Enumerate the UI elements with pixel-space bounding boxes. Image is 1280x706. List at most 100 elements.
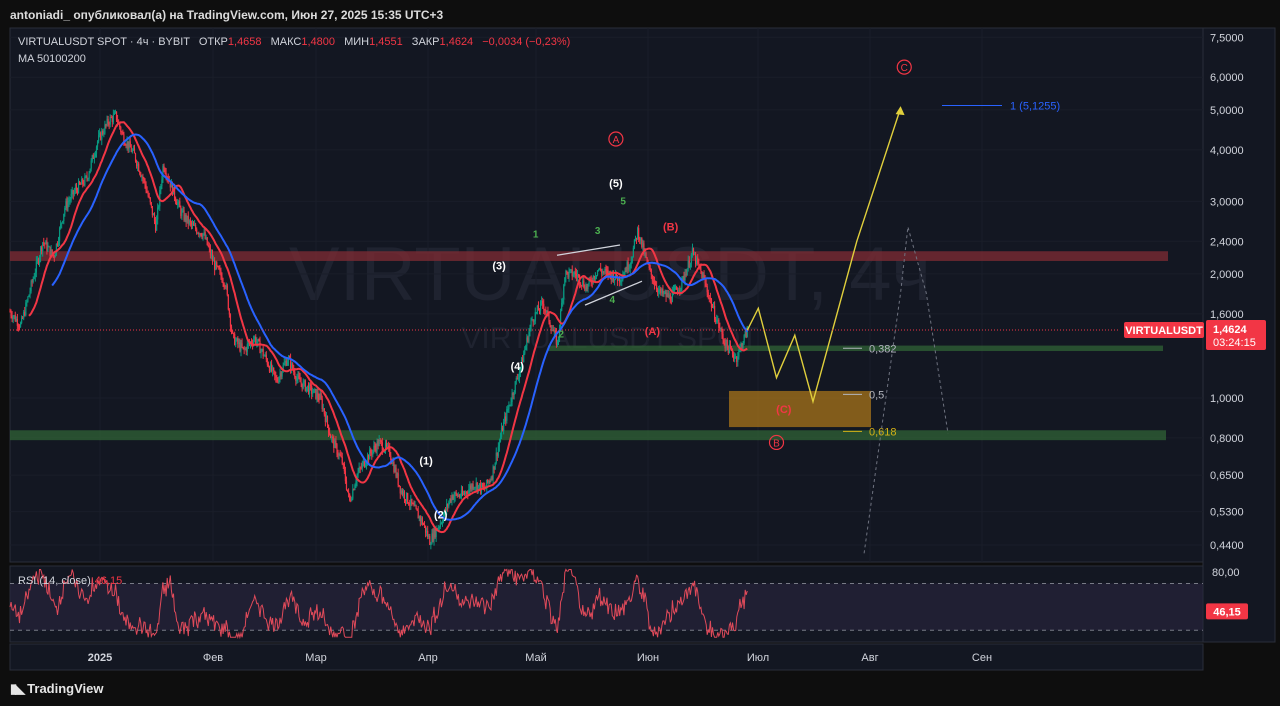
candle-body [566,270,568,273]
candle-body [361,463,363,468]
candle-body [525,345,527,350]
candle-body [63,213,65,222]
candle-body [474,487,476,489]
rsi-legend[interactable]: RSI (14, close) 46,15 [18,575,122,587]
candle-body [298,375,300,379]
candle-body [454,492,456,497]
candle-body [634,237,637,240]
tradingview-logo[interactable]: ▮◣ TradingView [10,681,104,697]
candle-body [401,490,403,495]
candle-body [35,261,37,273]
wave-label: 5 [620,196,626,207]
candle-body [539,301,542,311]
candle-body [396,473,398,477]
candle-body [737,356,739,362]
candle-body [651,274,653,281]
candle-body [654,284,657,286]
candle-body [421,518,424,525]
candle-body [487,479,489,483]
legend-symbol[interactable]: VIRTUALUSDT SPOT · 4ч · BYBIT [18,36,190,48]
chart-canvas[interactable]: VIRTUALUSDT, 4чVIRTUALUSDT SPOT7,50006,0… [0,0,1280,706]
candle-body [229,314,232,327]
candle-body [701,271,703,279]
candle-body [331,437,333,439]
candle-body [230,326,233,331]
candle-body [204,232,206,239]
candle-body [284,361,286,364]
candle-body [711,307,714,309]
ma-legend[interactable]: MA 50100200 [18,53,86,65]
candle-body [451,495,453,502]
y-tick-label: 3,0000 [1210,196,1244,208]
candle-body [353,489,355,491]
candle-body [727,346,729,354]
candle-body [83,183,85,185]
candle-body [215,262,217,270]
candle-body [627,262,629,270]
candle-body [100,132,102,140]
candle-body [32,278,34,283]
candle-body [99,132,101,136]
candle-body [106,118,108,125]
candle-body [377,441,379,446]
candle-body [633,239,636,248]
candle-body [516,378,518,379]
candle-body [176,201,178,205]
candle-body [352,489,354,499]
legend-close-label: ЗАКР [411,36,440,48]
candle-body [57,240,60,245]
candle-body [567,272,569,278]
candle-body [239,342,241,351]
candle-body [342,463,344,465]
x-tick-label: Май [525,652,547,664]
candle-body [149,197,151,203]
candle-body [279,373,281,378]
candle-body [23,311,25,319]
candle-body [629,263,631,269]
candle-body [734,357,736,359]
candle-body [603,271,605,273]
candle-body [587,283,589,290]
candle-body [109,117,111,125]
candle-body [124,143,126,146]
candle-body [688,260,690,268]
candle-body [602,271,604,274]
candle-body [234,333,236,345]
candle-body [669,294,671,302]
rsi-title: RSI (14, close) [18,575,91,587]
candle-body [407,493,409,503]
candle-body [640,237,642,241]
candle-body [263,355,265,357]
candle-body [301,383,303,389]
candle-body [219,269,221,271]
candle-body [638,228,640,239]
candle-body [345,481,348,490]
candle-body [455,492,457,494]
x-tick-label: Мар [305,652,327,664]
candle-body [322,408,324,410]
y-tick-label: 2,4000 [1210,236,1244,248]
wave-label: (2) [434,510,448,522]
candle-body [422,524,425,525]
candle-body [584,287,586,291]
candle-body [545,310,547,313]
candle-body [570,269,572,271]
candle-body [412,503,414,505]
candle-body [392,461,394,464]
candle-body [127,141,129,149]
wave-label: 4 [609,295,615,306]
candle-body [134,153,137,161]
candle-body [115,111,118,121]
candle-body [510,402,512,405]
candle-body [89,168,91,174]
candle-body [242,347,244,349]
candle-body [273,367,275,371]
candle-body [122,132,124,135]
candle-body [740,344,742,348]
candle-body [722,333,724,341]
candle-body [111,117,113,122]
candle-body [515,378,517,382]
candle-body [526,337,528,346]
candle-body [129,141,131,148]
candle-body [130,147,132,152]
